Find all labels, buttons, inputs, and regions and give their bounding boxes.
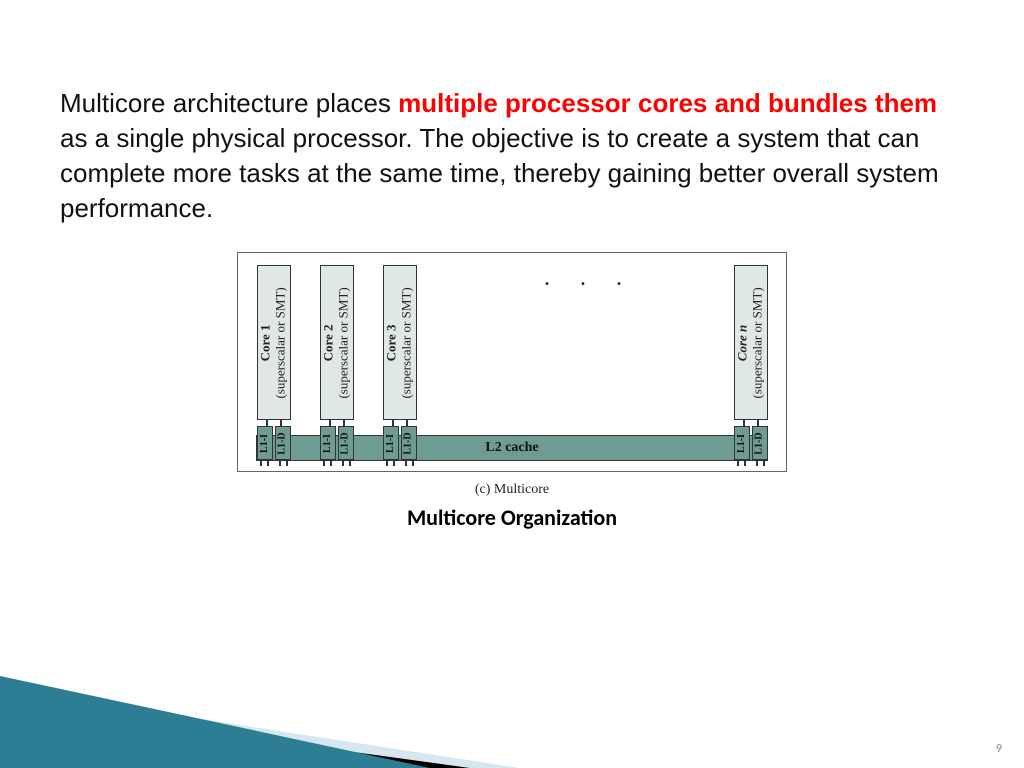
core-box-3: Core 3(superscalar or SMT) [383, 265, 417, 420]
core-box-1: Core 1(superscalar or SMT) [257, 265, 291, 420]
core-type: (superscalar or SMT) [274, 287, 289, 398]
core-group-n: Core n(superscalar or SMT) L1-I L1-D [733, 265, 768, 466]
l1i-cache: L1-I [734, 426, 750, 460]
l1i-cache: L1-I [320, 426, 336, 460]
core-type: (superscalar or SMT) [337, 287, 352, 398]
core-type: (superscalar or SMT) [751, 287, 766, 398]
l1i-cache: L1-I [257, 426, 273, 460]
figure-label: (c) Multicore [475, 482, 549, 498]
core-name: Core n [736, 287, 751, 398]
core-type: (superscalar or SMT) [400, 287, 415, 398]
core-group-3: Core 3(superscalar or SMT) L1-I L1-D [382, 265, 417, 466]
core-group-1: Core 1(superscalar or SMT) L1-I L1-D [256, 265, 291, 466]
l1i-cache: L1-I [383, 426, 399, 460]
figure-caption: Multicore Organization [407, 504, 617, 531]
core-box-n: Core n(superscalar or SMT) [734, 265, 768, 420]
l1d-cache: L1-D [275, 426, 291, 460]
core-name: Core 1 [259, 287, 274, 398]
ellipsis: . . . [445, 265, 733, 292]
core-box-2: Core 2(superscalar or SMT) [320, 265, 354, 420]
l1d-cache: L1-D [752, 426, 768, 460]
slide-corner-decoration [0, 628, 520, 768]
multicore-diagram: Core 1(superscalar or SMT) L1-I L1-D Cor… [237, 252, 787, 472]
para-highlight: multiple processor cores and bundles the… [398, 88, 937, 118]
para-segment-2: as a single physical processor. The obje… [60, 123, 939, 223]
body-paragraph: Multicore architecture places multiple p… [60, 86, 964, 226]
para-segment-1: Multicore architecture places [60, 88, 398, 118]
core-group-2: Core 2(superscalar or SMT) L1-I L1-D [319, 265, 354, 466]
core-name: Core 3 [385, 287, 400, 398]
l1d-cache: L1-D [401, 426, 417, 460]
l1d-cache: L1-D [338, 426, 354, 460]
page-number: 9 [996, 742, 1002, 756]
core-name: Core 2 [322, 287, 337, 398]
